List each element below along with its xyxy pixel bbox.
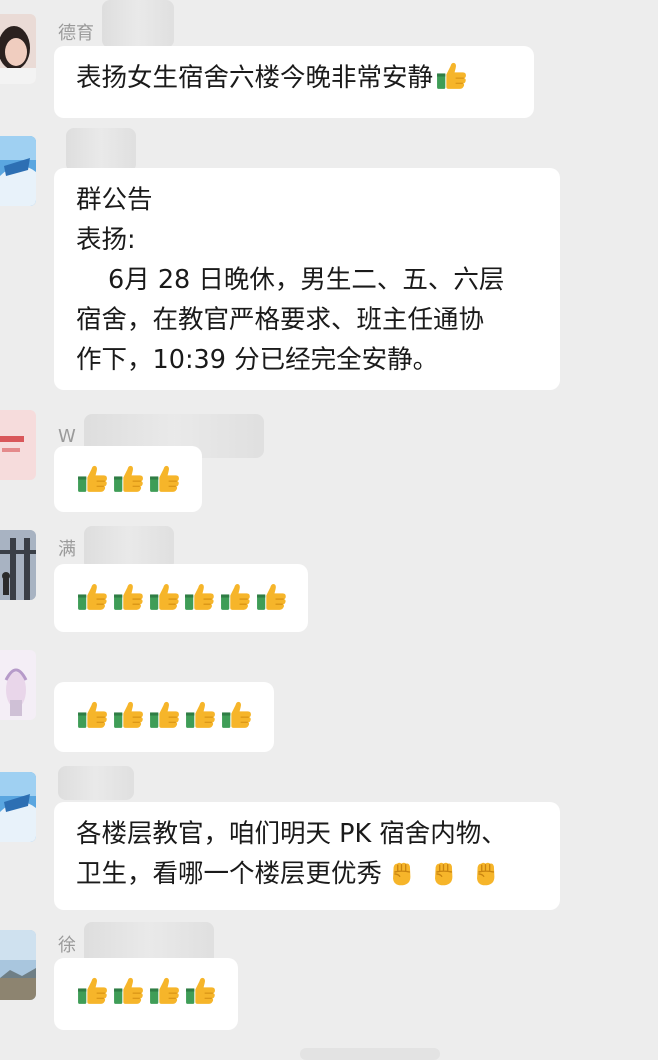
avatar[interactable] xyxy=(0,530,36,600)
thumbs-up-icon xyxy=(76,580,109,613)
thumbs-row xyxy=(76,694,254,734)
message-line: 作下，10:39 分已经完全安静。 xyxy=(76,345,439,375)
announcement-title: 群公告 xyxy=(76,185,153,215)
message-bubble[interactable]: 群公告 表扬: 6月 28 日晚休，男生二、五、六层 宿舍，在教官严格要求、班主… xyxy=(54,168,560,390)
message-line: 卫生，看哪一个楼层更优秀 xyxy=(76,859,383,889)
thumbs-up-icon xyxy=(255,580,288,613)
blurred-name xyxy=(66,128,136,172)
thumbs-up-icon xyxy=(184,974,217,1007)
message-line: 6月 28 日晚休，男生二、五、六层 xyxy=(108,265,505,295)
sender-name: 德育 xyxy=(58,0,174,48)
message-bubble[interactable]: 各楼层教官，咱们明天 PK 宿舍内物、 卫生，看哪一个楼层更优秀 xyxy=(54,802,560,910)
thumbs-up-icon xyxy=(220,698,253,731)
message-bubble[interactable] xyxy=(54,564,308,632)
avatar[interactable] xyxy=(0,650,36,720)
raised-fist-icon xyxy=(428,858,458,888)
thumbs-up-icon xyxy=(76,462,109,495)
message-line: 各楼层教官，咱们明天 PK 宿舍内物、 xyxy=(76,819,507,849)
thumbs-up-icon xyxy=(112,462,145,495)
sender-name-text: 德育 xyxy=(58,23,94,44)
blurred-name xyxy=(102,0,174,48)
sender-name xyxy=(58,128,136,172)
avatar[interactable] xyxy=(0,136,36,206)
thumbs-up-icon xyxy=(112,974,145,1007)
thumbs-row xyxy=(76,970,218,1010)
thumbs-up-icon xyxy=(76,974,109,1007)
thumbs-up-icon xyxy=(148,698,181,731)
message-bubble[interactable] xyxy=(54,958,238,1030)
avatar[interactable] xyxy=(0,410,36,480)
thumbs-row xyxy=(76,576,288,616)
message-bubble[interactable] xyxy=(54,682,274,752)
raised-fist-icon xyxy=(470,858,500,888)
thumbs-up-icon xyxy=(112,580,145,613)
thumbs-up-icon xyxy=(148,462,181,495)
avatar[interactable] xyxy=(0,930,36,1000)
sender-name-text: W xyxy=(58,425,76,447)
message-bubble[interactable]: 表扬女生宿舍六楼今晚非常安静 xyxy=(54,46,534,118)
avatar[interactable] xyxy=(0,772,36,842)
thumbs-up-icon xyxy=(183,580,216,613)
sender-name-text: 徐 xyxy=(58,935,76,956)
thumbs-row xyxy=(76,458,182,498)
blurred-name xyxy=(58,766,134,800)
sender-name xyxy=(58,766,134,800)
message-line: 宿舍，在教官严格要求、班主任通协 xyxy=(76,305,485,335)
thumbs-up-icon xyxy=(148,580,181,613)
thumbs-up-icon xyxy=(76,698,109,731)
avatar[interactable] xyxy=(0,14,36,84)
sender-name-text: 满 xyxy=(58,539,76,560)
message-bubble[interactable] xyxy=(54,446,202,512)
raised-fist-icon xyxy=(386,858,416,888)
fist-row xyxy=(382,859,500,889)
thumbs-up-icon xyxy=(148,974,181,1007)
thumbs-up-icon xyxy=(435,59,468,92)
message-line: 表扬: xyxy=(76,225,136,255)
thumbs-up-icon xyxy=(184,698,217,731)
blurred-next-sender xyxy=(300,1048,440,1060)
thumbs-up-icon xyxy=(219,580,252,613)
message-text: 表扬女生宿舍六楼今晚非常安静 xyxy=(76,63,434,93)
thumbs-up-icon xyxy=(112,698,145,731)
